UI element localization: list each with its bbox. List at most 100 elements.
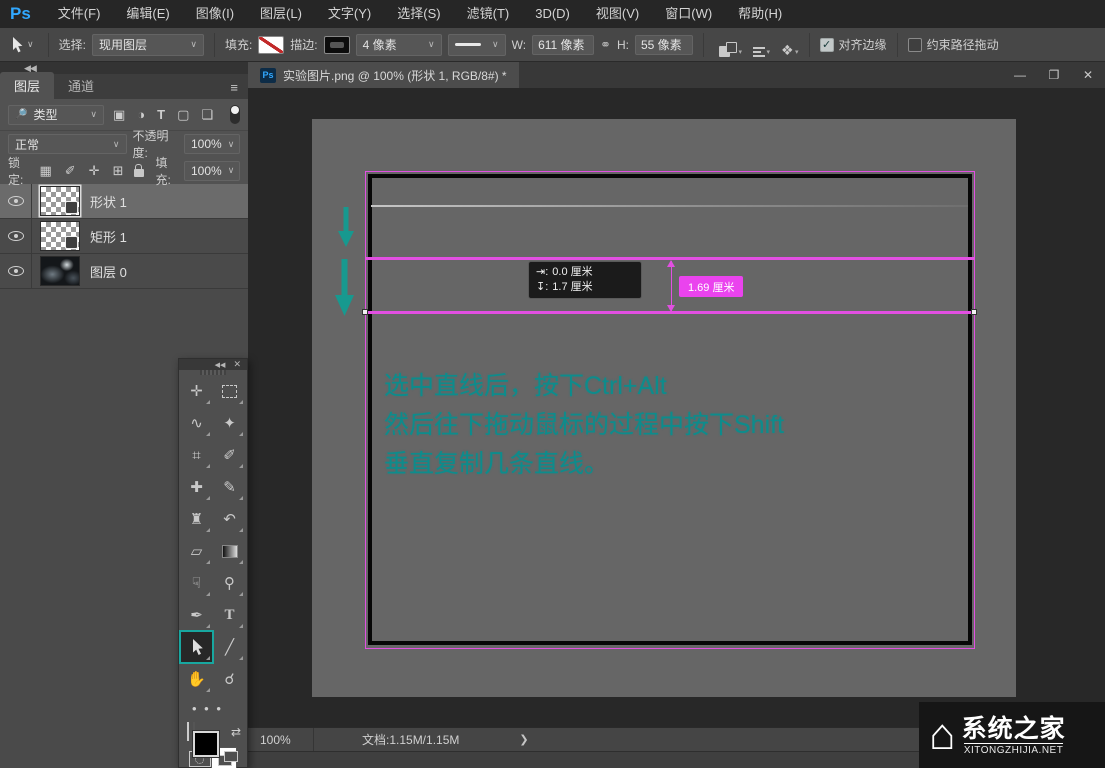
tool-dodge[interactable]: ⚲ [213,567,246,599]
edit-toolbar-button[interactable]: • • • [180,695,246,721]
canvas-image[interactable]: ⇥:0.0 厘米 ↧:1.7 厘米 1.69 厘米 选中直线后，按下Ctrl+A… [312,119,1016,697]
line-end-handle-left[interactable] [362,309,368,315]
visibility-cell[interactable] [0,219,32,253]
link-dimensions-icon[interactable]: ⚭ [600,37,611,53]
line-end-handle-right[interactable] [971,309,977,315]
path-arrangement-button[interactable]: ❖ ▾ [776,33,799,57]
close-toolbox-icon[interactable]: ✕ [233,359,241,370]
lock-artboard-icon[interactable]: ⊞ [110,163,127,179]
lock-position-icon[interactable]: ✛ [86,163,103,179]
tool-move[interactable]: ✛ [180,375,213,407]
original-gray-line[interactable] [371,205,968,207]
select-mode-combo[interactable]: 现用图层 ∨ [92,34,204,56]
minimize-button[interactable]: — [1003,64,1037,86]
zoom-level-field[interactable]: 100% [248,728,314,751]
tool-smudge[interactable]: ☟ [180,567,213,599]
panel-menu-icon[interactable]: ≡ [220,80,248,99]
fill-swatch-none[interactable] [258,36,284,54]
current-tool-button[interactable]: ∨ [6,37,38,53]
lock-transparent-pixels-icon[interactable]: ▦ [36,163,54,179]
tool-lasso[interactable]: ∿ [180,407,213,439]
tool-brush[interactable]: ✎ [213,471,246,503]
menu-edit[interactable]: 编辑(E) [113,0,182,28]
menu-filter[interactable]: 滤镜(T) [454,0,523,28]
close-button[interactable]: ✕ [1071,64,1105,86]
eye-icon[interactable] [8,266,24,276]
shape-width-field[interactable]: 611 像素 [532,35,594,55]
filter-smart-objects-icon[interactable]: ❏ [198,107,216,123]
eye-icon[interactable] [8,196,24,206]
collapse-toolbox-icon[interactable]: ◀◀ [215,361,226,369]
menu-select[interactable]: 选择(S) [384,0,453,28]
maximize-button[interactable]: ❐ [1037,64,1071,86]
status-options-chevron[interactable]: ❯ [459,733,528,746]
filter-toggle-switch[interactable] [230,105,240,124]
tool-spot-healing[interactable]: ✚ [180,471,213,503]
lock-all-icon[interactable] [134,169,144,177]
menu-view[interactable]: 视图(V) [583,0,652,28]
checkbox-unchecked-icon[interactable] [908,38,922,52]
align-edges-option[interactable]: ✓ 对齐边缘 [820,36,887,53]
type-tool-icon: T [224,607,234,624]
tool-hand[interactable]: ✋ [180,663,213,695]
layer-name[interactable]: 图层 0 [90,262,127,281]
menu-help[interactable]: 帮助(H) [725,0,795,28]
chevron-down-icon: ∨ [228,165,235,176]
visibility-cell[interactable] [0,184,32,218]
tool-zoom[interactable]: ☌ [213,663,246,695]
filter-type-layers-icon[interactable]: T [154,107,168,122]
menu-layer[interactable]: 图层(L) [247,0,315,28]
visibility-cell[interactable] [0,254,32,288]
layer-row-layer0[interactable]: 图层 0 [0,254,248,289]
checkbox-checked-icon[interactable]: ✓ [820,38,834,52]
layer-filter-combo[interactable]: 🔎 类型 ∨ [8,105,104,125]
eye-icon[interactable] [8,231,24,241]
layer-row-shape1[interactable]: 形状 1 [0,184,248,219]
foreground-color-swatch[interactable] [193,731,219,757]
tool-eyedropper[interactable]: ✐ [213,439,246,471]
menu-type[interactable]: 文字(Y) [315,0,384,28]
tool-clone-stamp[interactable]: ♜ [180,503,213,535]
layer-thumbnail[interactable] [40,256,80,286]
opacity-combo[interactable]: 100% ∨ [184,134,240,154]
menu-window[interactable]: 窗口(W) [652,0,725,28]
tool-marquee[interactable] [213,375,246,407]
tool-history-brush[interactable]: ↶ [213,503,246,535]
document-tab[interactable]: Ps 实验图片.png @ 100% (形状 1, RGB/8#) * [248,62,519,88]
tool-crop[interactable]: ⌗ [180,439,213,471]
tab-layers[interactable]: 图层 [0,72,54,99]
filter-shape-layers-icon[interactable]: ▢ [174,107,192,123]
tool-eraser[interactable]: ▱ [180,535,213,567]
lock-image-pixels-icon[interactable]: ✐ [62,163,79,179]
tool-line[interactable]: ╱ [213,631,246,663]
menu-image[interactable]: 图像(I) [183,0,247,28]
tool-type[interactable]: T [213,599,246,631]
screen-mode-button[interactable] [218,751,238,767]
layer-thumbnail[interactable] [40,186,80,216]
stroke-swatch-black[interactable] [324,36,350,54]
tool-gradient[interactable] [213,535,246,567]
path-operations-button[interactable]: ▾ [714,33,742,57]
menu-3d[interactable]: 3D(D) [522,0,583,28]
path-alignment-button[interactable]: ▾ [748,33,770,57]
menu-file[interactable]: 文件(F) [45,0,114,28]
filter-pixel-layers-icon[interactable]: ▣ [110,107,128,123]
layer-name[interactable]: 矩形 1 [90,227,127,246]
separator [48,33,49,57]
shape-height-field[interactable]: 55 像素 [635,35,693,55]
layer-fill-combo[interactable]: 100% ∨ [184,161,240,181]
canvas-area[interactable]: ⇥:0.0 厘米 ↧:1.7 厘米 1.69 厘米 选中直线后，按下Ctrl+A… [248,88,1105,727]
tool-quick-selection[interactable]: ✦ [213,407,246,439]
constrain-path-option[interactable]: 约束路径拖动 [908,36,999,53]
layer-name[interactable]: 形状 1 [90,192,127,211]
layer-row-rect1[interactable]: 矩形 1 [0,219,248,254]
layer-thumbnail[interactable] [40,221,80,251]
blend-mode-combo[interactable]: 正常 ∨ [8,134,127,154]
tool-pen[interactable]: ✒ [180,599,213,631]
swap-colors-icon[interactable]: ⇄ [231,725,241,739]
stroke-type-combo[interactable]: ∨ [448,34,506,56]
filter-adjustment-layers-icon[interactable]: ◑ [134,107,148,122]
tab-channels[interactable]: 通道 [54,72,108,99]
tool-path-selection-selected[interactable] [180,631,213,663]
stroke-width-combo[interactable]: 4 像素 ∨ [356,34,442,56]
